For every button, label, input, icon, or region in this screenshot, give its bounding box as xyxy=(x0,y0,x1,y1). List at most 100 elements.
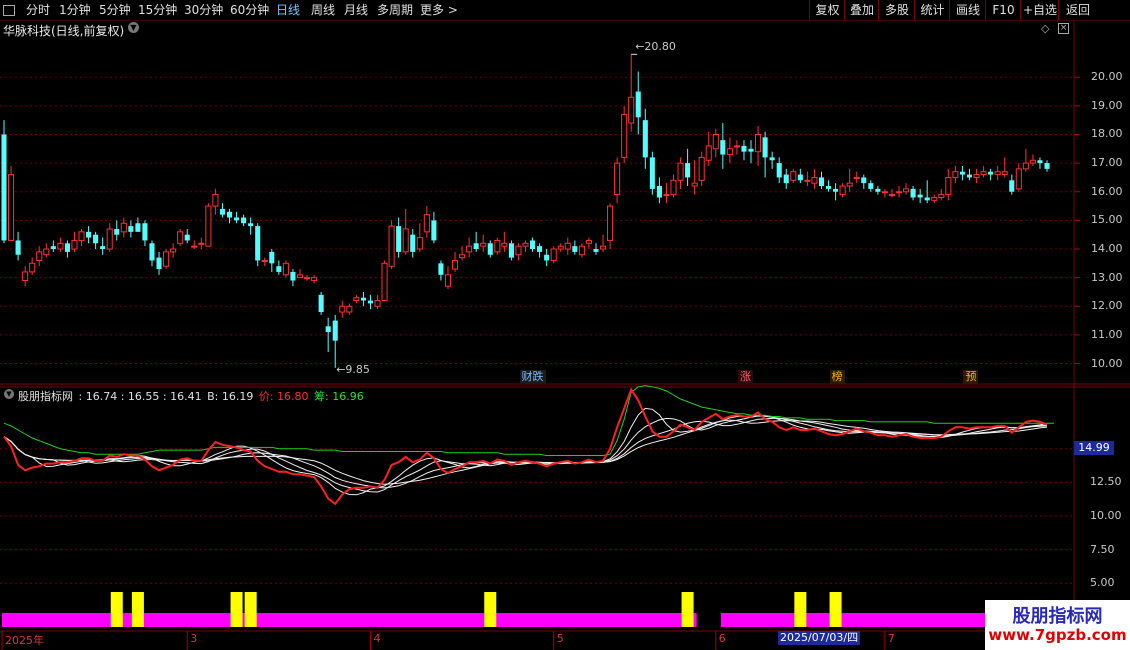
indicator-name: 股朋指标网 xyxy=(18,390,73,403)
candle-up xyxy=(973,174,980,178)
candle-down xyxy=(114,228,120,235)
candle-up xyxy=(402,228,409,253)
candle-down xyxy=(572,246,578,252)
signal-bar xyxy=(484,592,497,627)
candle-down xyxy=(241,217,247,224)
candle-up xyxy=(790,171,797,181)
period-tab-2[interactable]: 5分钟 xyxy=(99,2,131,18)
period-tab-4[interactable]: 30分钟 xyxy=(184,2,223,18)
period-tab-3[interactable]: 15分钟 xyxy=(138,2,177,18)
chevron-down-icon[interactable]: ▼ xyxy=(4,389,14,399)
event-tag[interactable]: 财跌 xyxy=(519,370,546,384)
event-tag[interactable]: 涨 xyxy=(737,370,753,384)
cursor-date: 2025/07/03/四 xyxy=(778,631,861,645)
candle-down xyxy=(741,145,747,152)
candle-down xyxy=(156,257,162,270)
candle-up xyxy=(57,242,64,250)
candle-down xyxy=(917,194,923,198)
toolbar-button-6[interactable]: +自选 xyxy=(1020,0,1059,20)
price-axis-label: 20.00 xyxy=(1091,70,1123,84)
candle-down xyxy=(748,148,754,152)
candle-down xyxy=(149,243,155,261)
event-tag[interactable]: 预 xyxy=(963,370,979,384)
period-tab-8[interactable]: 月线 xyxy=(344,2,368,18)
signal-bar xyxy=(230,592,243,627)
period-tab-1[interactable]: 1分钟 xyxy=(59,2,91,18)
candle-up xyxy=(980,171,987,176)
candle-down xyxy=(988,171,994,175)
candle-up xyxy=(381,262,388,302)
candle-up xyxy=(261,259,268,262)
candle-down xyxy=(783,174,789,184)
candle-up xyxy=(712,133,719,150)
price-axis-label: 10.00 xyxy=(1091,356,1123,370)
toolbar-button-1[interactable]: 叠加 xyxy=(844,0,879,20)
signal-bar xyxy=(829,592,842,627)
toolbar-button-0[interactable]: 复权 xyxy=(809,0,845,20)
candle-up xyxy=(374,300,381,307)
candle-up xyxy=(994,171,1001,176)
candle-up xyxy=(733,145,740,148)
candle-up xyxy=(282,262,289,276)
grid-menu-icon[interactable] xyxy=(3,5,15,16)
period-tab-6[interactable]: 日线 xyxy=(276,2,300,18)
candle-up xyxy=(564,242,571,250)
indicator-values: : 16.74 : 16.55 : 16.41 xyxy=(78,390,202,403)
event-tag[interactable]: 榜 xyxy=(829,370,845,384)
candle-up xyxy=(43,248,50,256)
candle-down xyxy=(128,226,134,232)
candle-up xyxy=(691,182,698,187)
signal-bar xyxy=(244,592,257,627)
period-tab-7[interactable]: 周线 xyxy=(311,2,335,18)
price-axis-label: 13.00 xyxy=(1091,270,1123,284)
signal-bar xyxy=(681,592,694,627)
toolbar-button-2[interactable]: 多股 xyxy=(878,0,915,20)
candle-up xyxy=(78,231,85,241)
candle-down xyxy=(875,188,881,192)
period-tab-5[interactable]: 60分钟 xyxy=(230,2,269,18)
signal-band xyxy=(2,613,697,627)
candle-up xyxy=(811,176,818,184)
candle-up xyxy=(522,242,529,247)
toolbar-button-5[interactable]: F10 xyxy=(985,0,1021,20)
candle-up xyxy=(1015,168,1022,190)
candle-up xyxy=(585,239,592,244)
candle-up xyxy=(952,171,959,178)
candle-down xyxy=(135,223,141,232)
candle-down xyxy=(438,263,444,275)
candle-down xyxy=(332,320,338,341)
candle-down xyxy=(15,240,21,255)
toolbar-button-3[interactable]: 统计 xyxy=(914,0,950,20)
candle-down xyxy=(50,246,56,250)
candlestick-chart[interactable] xyxy=(0,20,1130,650)
price-axis-label: 14.00 xyxy=(1091,242,1123,256)
candle-up xyxy=(466,245,473,253)
toolbar-button-7[interactable]: 返回 xyxy=(1058,0,1097,20)
candle-down xyxy=(1044,163,1050,169)
candle-down xyxy=(1,134,7,241)
candle-up xyxy=(388,225,395,267)
candle-up xyxy=(599,245,607,250)
candle-down xyxy=(1037,160,1043,164)
watermark-logo: 股朋指标网 www.7gpzb.com xyxy=(985,600,1130,650)
high-price-marker: ←20.80 xyxy=(635,40,676,53)
candle-down xyxy=(537,246,543,252)
candle-up xyxy=(895,191,903,194)
candle-down xyxy=(269,251,275,264)
period-tab-10[interactable]: 更多 > xyxy=(420,2,458,18)
watermark-title: 股朋指标网 xyxy=(1012,606,1103,627)
period-tab-9[interactable]: 多周期 xyxy=(377,2,413,18)
candle-up xyxy=(1022,162,1029,170)
candle-down xyxy=(276,266,282,272)
candle-down xyxy=(396,226,402,252)
toolbar-button-4[interactable]: 画线 xyxy=(949,0,986,20)
candle-up xyxy=(303,277,311,280)
candle-down xyxy=(762,137,768,158)
period-tab-0[interactable]: 分时 xyxy=(26,2,50,18)
candle-down xyxy=(86,231,92,238)
indicator-chip-value: 筹: 16.96 xyxy=(314,390,364,403)
indicator-band-line xyxy=(3,419,1048,485)
candle-up xyxy=(515,245,522,256)
candle-down xyxy=(776,163,782,178)
candle-up xyxy=(888,194,895,197)
